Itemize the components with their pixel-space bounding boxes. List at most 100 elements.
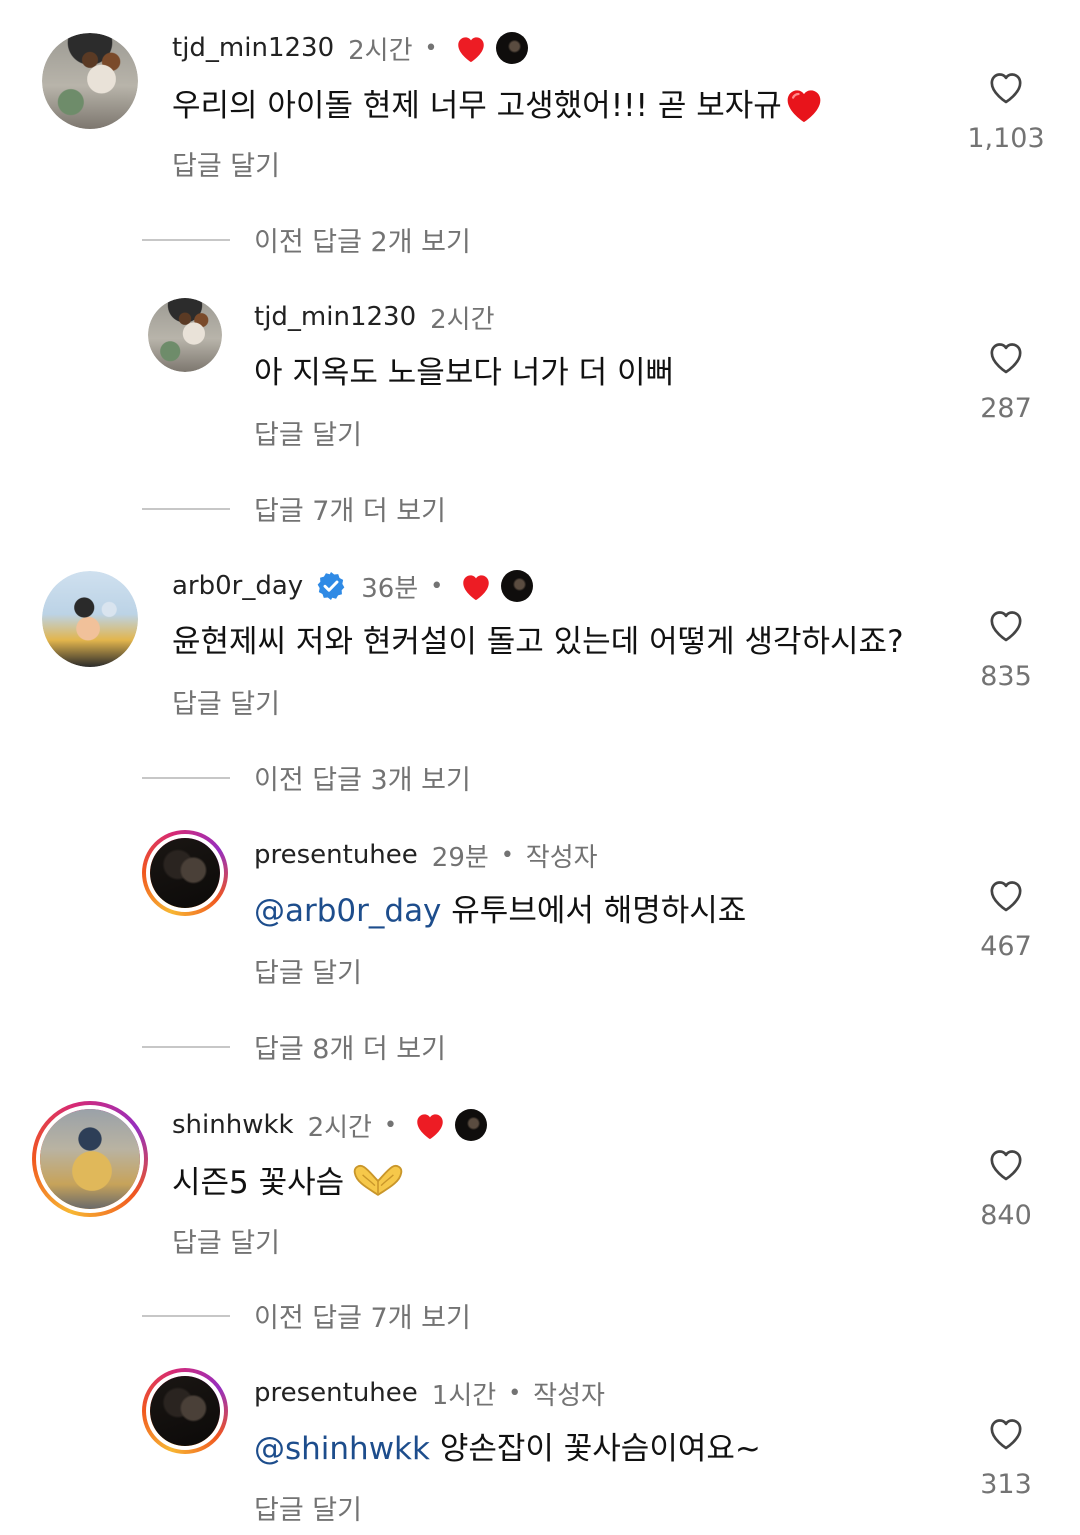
separator-dot: •: [500, 842, 514, 868]
red-heart-emoji-icon: [787, 90, 821, 123]
creator-avatar-icon: [495, 32, 528, 64]
username[interactable]: arb0r_day: [172, 571, 303, 601]
view-previous-replies-button[interactable]: 이전 답글 7개 보기: [142, 1296, 471, 1335]
heart-outline-icon[interactable]: [986, 68, 1026, 106]
username[interactable]: shinhwkk: [172, 1110, 294, 1140]
comment-text: @arb0r_day 유투브에서 해명하시죠: [254, 893, 747, 929]
timestamp: 2시간: [307, 1112, 372, 1143]
dog-photo-avatar-icon: [42, 33, 138, 129]
divider-line: [142, 238, 230, 241]
like-control: 1,103: [956, 68, 1056, 154]
timestamp: 2시간: [348, 35, 413, 66]
view-more-label: 이전 답글 2개 보기: [254, 227, 471, 258]
view-previous-replies-button[interactable]: 이전 답글 2개 보기: [142, 220, 471, 259]
timestamp: 1시간: [431, 1380, 497, 1411]
view-more-replies-button[interactable]: 답글 8개 더 보기: [142, 1027, 446, 1066]
user-avatar[interactable]: [42, 571, 138, 667]
yellow-shirt-photo-avatar-icon: [40, 1109, 140, 1209]
like-control: 287: [956, 338, 1056, 424]
creator-heart-icon: [417, 1114, 443, 1140]
user-avatar-story-ring[interactable]: [142, 1368, 228, 1454]
reply-button[interactable]: 답글 달기: [172, 144, 280, 183]
username[interactable]: presentuhee: [254, 840, 418, 870]
like-count: 840: [980, 1200, 1032, 1231]
user-avatar[interactable]: [42, 33, 138, 129]
comment-item: arb0r_day 36분 • 윤현제씨 저와 현커설이 돌고 있는데 어떻게 …: [0, 538, 1080, 738]
creator-heart-icon: [463, 575, 489, 601]
comment-meta: arb0r_day 36분 •: [172, 568, 534, 604]
reply-button[interactable]: 답글 달기: [254, 413, 362, 452]
timestamp: 36분: [361, 573, 419, 604]
mention-link[interactable]: @shinhwkk: [254, 1431, 430, 1467]
user-avatar-story-ring[interactable]: [142, 830, 228, 916]
comment-meta: presentuhee 29분 • 작성자: [254, 837, 598, 873]
view-more-replies-button[interactable]: 답글 7개 더 보기: [142, 489, 446, 528]
comment-text: 아 지옥도 노을보다 너가 더 이뻐: [254, 355, 675, 391]
verified-badge-icon: [317, 572, 345, 600]
comment-text: @shinhwkk 양손잡이 꽃사슴이여요~: [254, 1431, 761, 1467]
heart-outline-icon[interactable]: [986, 338, 1026, 376]
reply-item: tjd_min1230 2시간 아 지옥도 노을보다 너가 더 이뻐 답글 달기…: [0, 270, 1080, 470]
user-avatar[interactable]: [148, 298, 222, 372]
separator-dot: •: [383, 1112, 397, 1138]
timestamp: 2시간: [430, 304, 495, 335]
divider-line: [142, 1314, 230, 1317]
author-label: 작성자: [533, 1380, 605, 1411]
dark-photo-avatar-icon: [150, 838, 220, 908]
like-count: 1,103: [967, 123, 1045, 154]
reply-item: presentuhee 29분 • 작성자 @arb0r_day 유투브에서 해…: [0, 808, 1080, 1008]
reply-button[interactable]: 답글 달기: [172, 1221, 280, 1260]
creator-avatar-icon: [501, 570, 534, 602]
divider-line: [142, 507, 230, 510]
reply-button[interactable]: 답글 달기: [254, 1488, 362, 1527]
view-more-label: 이전 답글 3개 보기: [254, 765, 471, 796]
view-more-label: 답글 8개 더 보기: [254, 1034, 446, 1065]
drinking-water-photo-avatar-icon: [42, 571, 138, 667]
like-count: 313: [980, 1469, 1032, 1500]
heart-hands-emoji-icon: [353, 1165, 403, 1196]
heart-outline-icon[interactable]: [986, 1145, 1026, 1183]
username[interactable]: tjd_min1230: [254, 302, 416, 332]
username[interactable]: presentuhee: [254, 1378, 418, 1408]
creator-heart-icon: [457, 37, 484, 63]
comment-item: shinhwkk 2시간 • 시즌5 꽃사슴 답글 달기 840: [0, 1077, 1080, 1277]
like-control: 467: [956, 876, 1056, 962]
timestamp: 29분: [431, 842, 489, 873]
heart-outline-icon[interactable]: [986, 876, 1026, 914]
dark-photo-avatar-icon: [150, 1376, 220, 1446]
username[interactable]: tjd_min1230: [172, 33, 334, 63]
user-avatar-story-ring[interactable]: [32, 1101, 148, 1217]
heart-outline-icon[interactable]: [986, 1414, 1026, 1452]
like-control: 835: [956, 606, 1056, 692]
reply-button[interactable]: 답글 달기: [254, 951, 362, 990]
view-more-label: 이전 답글 7개 보기: [254, 1303, 471, 1334]
view-more-label: 답글 7개 더 보기: [254, 496, 446, 527]
comment-text: 윤현제씨 저와 현커설이 돌고 있는데 어떻게 생각하시죠?: [172, 624, 904, 660]
like-control: 313: [956, 1414, 1056, 1500]
like-count: 467: [980, 931, 1032, 962]
comment-item: tjd_min1230 2시간 • 우리의 아이돌 현제 너무 고생했어!!! …: [0, 0, 1080, 200]
view-previous-replies-button[interactable]: 이전 답글 3개 보기: [142, 758, 471, 797]
comment-meta: tjd_min1230 2시간: [254, 299, 495, 335]
comment-text: 우리의 아이돌 현제 너무 고생했어!!! 곧 보자규: [172, 84, 826, 126]
comment-meta: presentuhee 1시간 • 작성자: [254, 1375, 605, 1411]
reply-button[interactable]: 답글 달기: [172, 682, 280, 721]
comment-text: 시즌5 꽃사슴: [172, 1161, 406, 1203]
creator-avatar-icon: [454, 1109, 487, 1141]
separator-dot: •: [430, 573, 444, 599]
separator-dot: •: [508, 1380, 522, 1406]
reply-item: presentuhee 1시간 • 작성자 @shinhwkk 양손잡이 꽃사슴…: [0, 1346, 1080, 1535]
dog-photo-avatar-icon: [148, 298, 222, 372]
comment-meta: tjd_min1230 2시간 •: [172, 30, 528, 66]
heart-outline-icon[interactable]: [986, 606, 1026, 644]
like-control: 840: [956, 1145, 1056, 1231]
comments-page: tjd_min1230 2시간 • 우리의 아이돌 현제 너무 고생했어!!! …: [0, 0, 1080, 1535]
author-label: 작성자: [525, 842, 598, 873]
divider-line: [142, 1045, 230, 1048]
like-count: 287: [980, 393, 1032, 424]
comment-meta: shinhwkk 2시간 •: [172, 1107, 487, 1143]
divider-line: [142, 776, 230, 779]
like-count: 835: [980, 661, 1032, 692]
mention-link[interactable]: @arb0r_day: [254, 893, 441, 929]
separator-dot: •: [424, 35, 438, 61]
